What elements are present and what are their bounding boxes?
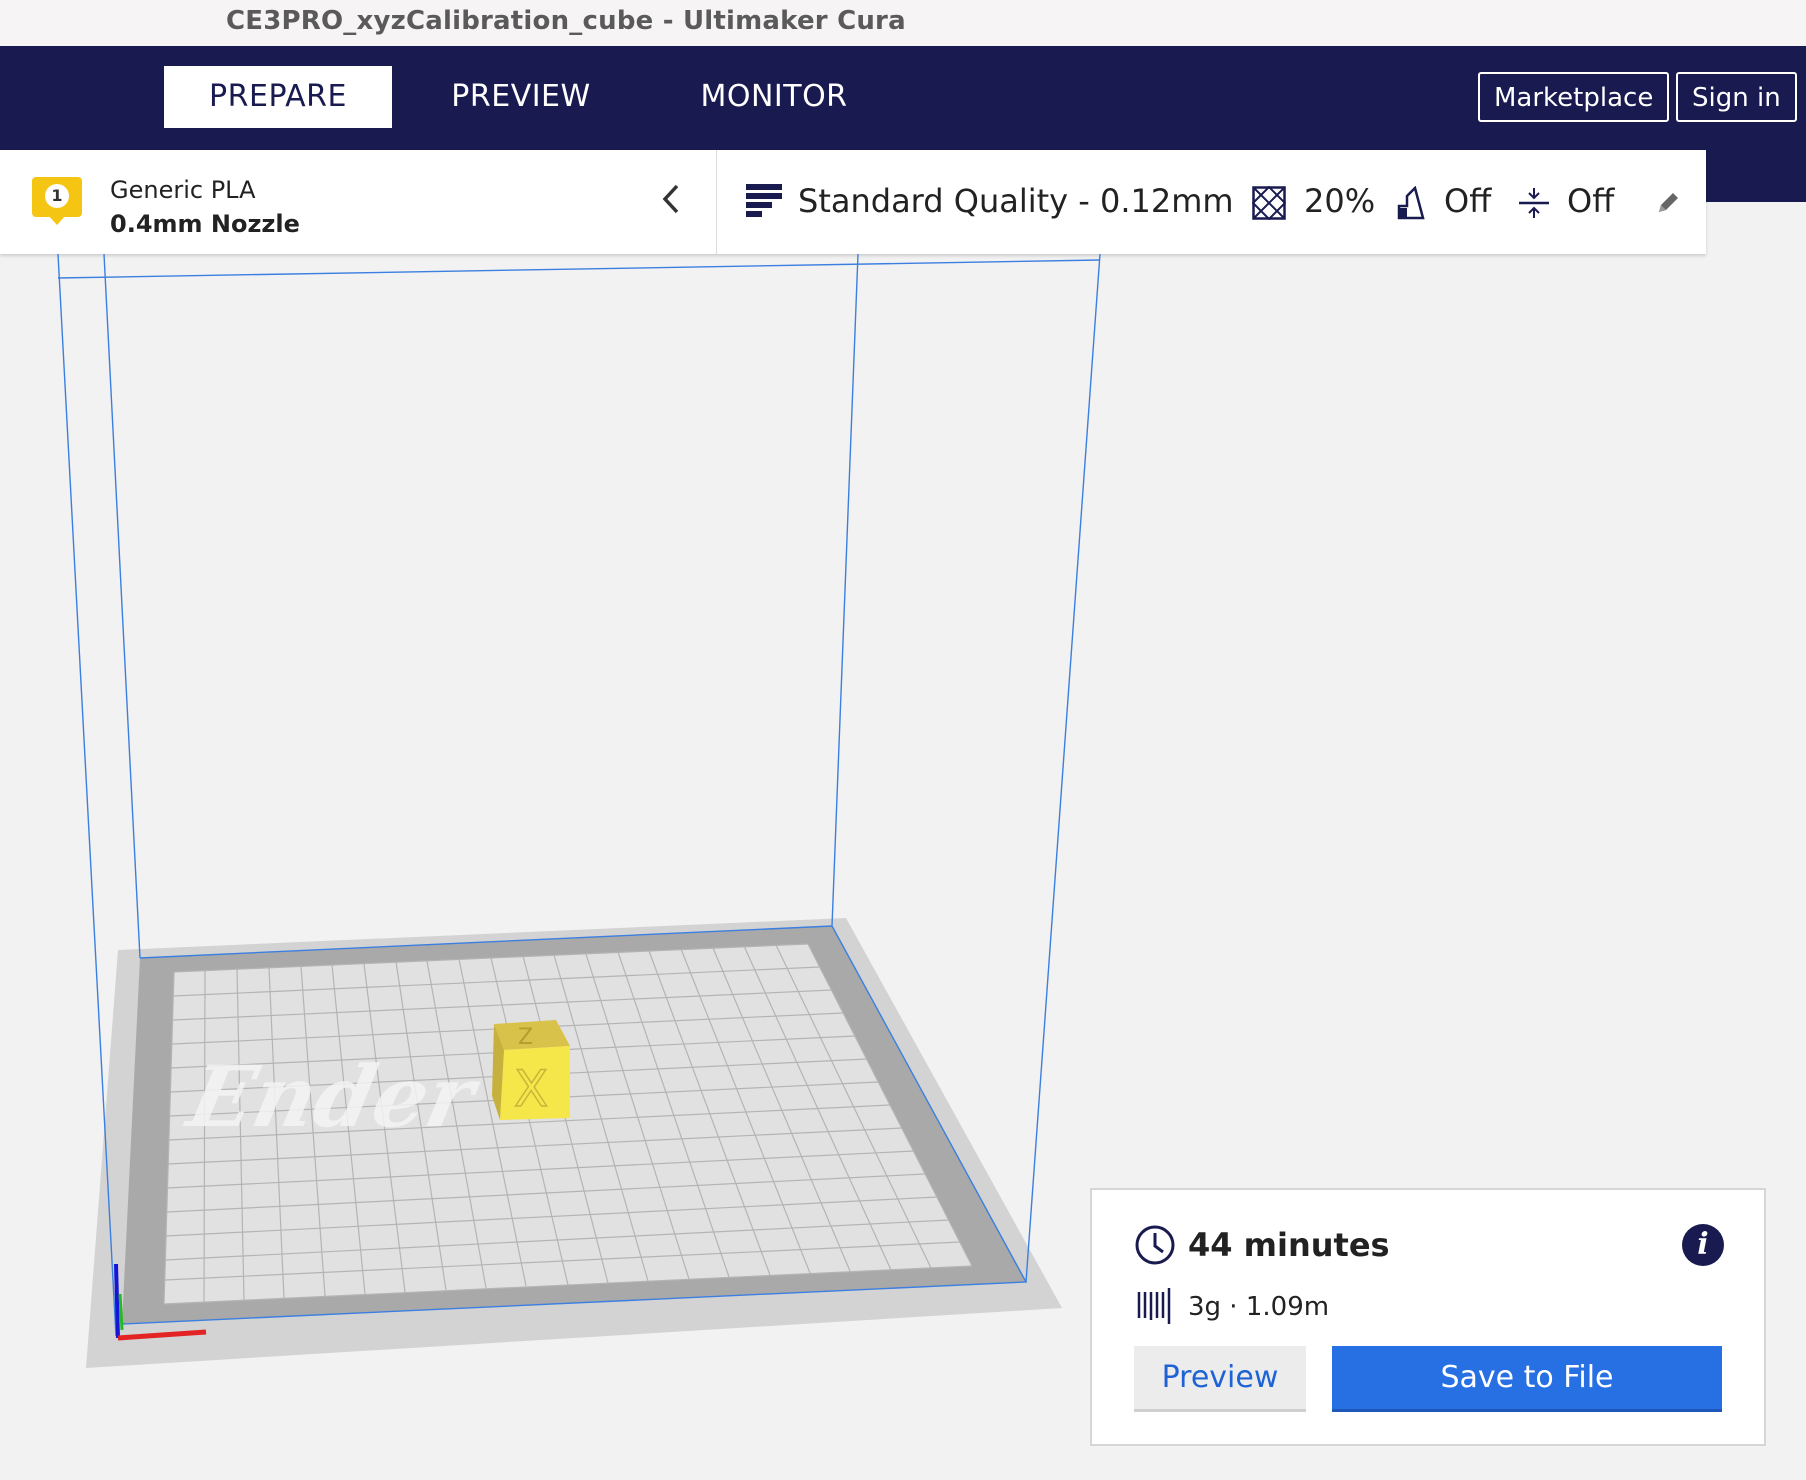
header-extension bbox=[1700, 150, 1806, 202]
cube-label-top: Z bbox=[518, 1025, 533, 1050]
print-time: 44 minutes bbox=[1188, 1226, 1390, 1264]
material-usage: 3g · 1.09m bbox=[1188, 1292, 1330, 1322]
tab-prepare[interactable]: PREPARE bbox=[164, 66, 392, 128]
calibration-cube-model: Z X bbox=[492, 1020, 570, 1120]
infill-value: 20% bbox=[1304, 182, 1376, 220]
print-summary-panel: 44 minutes i 3g · 1.09m Preview Save to … bbox=[1090, 1188, 1766, 1446]
adhesion-icon bbox=[1517, 186, 1551, 220]
extruder-number: 1 bbox=[45, 184, 69, 208]
window-title: CE3PRO_xyzCalibration_cube - Ultimaker C… bbox=[226, 6, 906, 36]
support-icon bbox=[1393, 185, 1427, 220]
support-value: Off bbox=[1444, 182, 1492, 220]
tab-monitor[interactable]: MONITOR bbox=[676, 66, 872, 128]
chevron-left-icon[interactable] bbox=[660, 182, 682, 225]
clock-icon bbox=[1134, 1224, 1176, 1266]
main-header: PREPARE PREVIEW MONITOR Marketplace Sign… bbox=[0, 46, 1806, 150]
info-icon[interactable]: i bbox=[1682, 1224, 1724, 1266]
z-axis bbox=[114, 1263, 120, 1339]
bed-logo: Ender bbox=[178, 1048, 488, 1147]
y-axis bbox=[118, 1293, 124, 1331]
print-settings-selector[interactable]: Standard Quality - 0.12mm 20% Off Off bbox=[717, 150, 1706, 254]
window-titlebar: CE3PRO_xyzCalibration_cube - Ultimaker C… bbox=[0, 0, 1806, 47]
nozzle-label: 0.4mm Nozzle bbox=[110, 210, 300, 238]
filament-icon bbox=[1136, 1288, 1172, 1324]
preview-button[interactable]: Preview bbox=[1134, 1346, 1306, 1412]
signin-button[interactable]: Sign in bbox=[1676, 72, 1797, 122]
quality-label: Standard Quality - 0.12mm bbox=[798, 182, 1234, 220]
settings-bar: 1 Generic PLA 0.4mm Nozzle Standard Qual… bbox=[0, 150, 1706, 254]
extruder-icon: 1 bbox=[32, 177, 82, 225]
save-to-file-button[interactable]: Save to File bbox=[1332, 1346, 1722, 1412]
cube-label-front: X bbox=[514, 1060, 548, 1118]
extruder-selector[interactable]: 1 Generic PLA 0.4mm Nozzle bbox=[0, 150, 716, 254]
material-label: Generic PLA bbox=[110, 176, 256, 204]
quality-icon bbox=[746, 184, 782, 218]
pencil-icon[interactable] bbox=[1655, 190, 1681, 216]
marketplace-button[interactable]: Marketplace bbox=[1478, 72, 1670, 122]
adhesion-value: Off bbox=[1567, 182, 1615, 220]
tab-preview[interactable]: PREVIEW bbox=[426, 66, 616, 128]
infill-icon bbox=[1251, 185, 1287, 221]
